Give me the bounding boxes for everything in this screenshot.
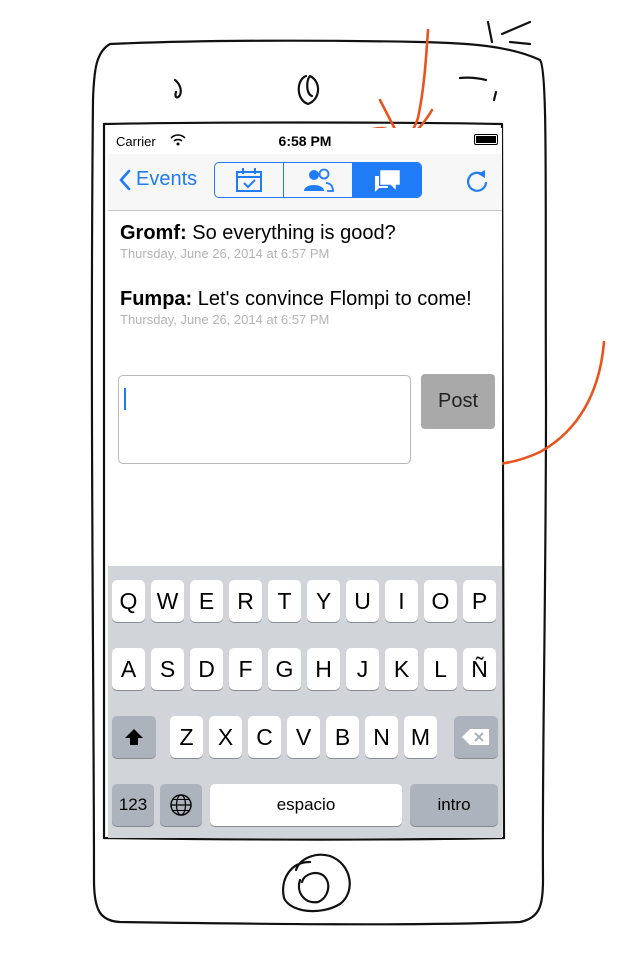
- key-t[interactable]: T: [268, 580, 301, 622]
- keyboard-row-4: 123 espacio intro: [108, 784, 502, 828]
- shift-icon: [125, 729, 143, 745]
- view-segmented-control: [214, 162, 422, 198]
- message-timestamp: Thursday, June 26, 2014 at 6:57 PM: [120, 246, 330, 261]
- keyboard-row-1: Q W E R T Y U I O P: [108, 580, 502, 624]
- key-s[interactable]: S: [151, 648, 184, 690]
- key-q[interactable]: Q: [112, 580, 145, 622]
- back-button[interactable]: Events: [118, 168, 197, 191]
- key-z[interactable]: Z: [170, 716, 203, 758]
- message-text: Gromf: So everything is good?: [120, 220, 490, 246]
- key-a[interactable]: A: [112, 648, 145, 690]
- return-key[interactable]: intro: [410, 784, 498, 826]
- key-g[interactable]: G: [268, 648, 301, 690]
- battery-icon: [474, 134, 498, 145]
- message-item: Fumpa: Let's convince Flompi to come! Th…: [120, 286, 490, 328]
- key-e[interactable]: E: [190, 580, 223, 622]
- key-enye[interactable]: Ñ: [463, 648, 496, 690]
- key-v[interactable]: V: [287, 716, 320, 758]
- message-body: So everything is good?: [192, 222, 396, 244]
- navigation-bar: Events: [108, 154, 502, 211]
- message-text: Fumpa: Let's convince Flompi to come!: [120, 286, 490, 312]
- message-body: Let's convince Flompi to come!: [197, 288, 472, 310]
- key-m[interactable]: M: [404, 716, 437, 758]
- shift-key[interactable]: [112, 716, 156, 758]
- chevron-left-icon: [119, 169, 131, 190]
- status-bar: Carrier 6:58 PM: [108, 128, 502, 154]
- key-b[interactable]: B: [326, 716, 359, 758]
- post-button[interactable]: Post: [421, 374, 495, 429]
- message-author: Fumpa:: [120, 288, 193, 310]
- phone-screen: Carrier 6:58 PM Events Gromf: So everyth…: [108, 128, 502, 838]
- back-button-label: Events: [136, 168, 198, 190]
- backspace-icon: [462, 729, 489, 745]
- segment-calendar[interactable]: [215, 163, 284, 197]
- backspace-key[interactable]: [454, 716, 498, 758]
- key-f[interactable]: F: [229, 648, 262, 690]
- key-j[interactable]: J: [346, 648, 379, 690]
- keyboard-row-3: Z X C V B N M: [108, 716, 502, 760]
- numbers-key[interactable]: 123: [112, 784, 154, 826]
- key-n[interactable]: N: [365, 716, 398, 758]
- space-key[interactable]: espacio: [210, 784, 402, 826]
- key-x[interactable]: X: [209, 716, 242, 758]
- key-u[interactable]: U: [346, 580, 379, 622]
- key-i[interactable]: I: [385, 580, 418, 622]
- key-h[interactable]: H: [307, 648, 340, 690]
- key-p[interactable]: P: [463, 580, 496, 622]
- key-c[interactable]: C: [248, 716, 281, 758]
- key-l[interactable]: L: [424, 648, 457, 690]
- message-compose-input[interactable]: [118, 375, 411, 464]
- key-r[interactable]: R: [229, 580, 262, 622]
- globe-key[interactable]: [160, 784, 202, 826]
- status-time: 6:58 PM: [278, 133, 332, 149]
- people-icon: [304, 168, 334, 192]
- key-k[interactable]: K: [385, 648, 418, 690]
- text-caret: [124, 388, 126, 410]
- message-author: Gromf:: [120, 222, 187, 244]
- onscreen-keyboard: Q W E R T Y U I O P A S D F G H J K L Ñ: [108, 566, 502, 838]
- calendar-icon: [236, 168, 262, 192]
- refresh-icon[interactable]: [464, 168, 490, 194]
- segment-people[interactable]: [284, 163, 353, 197]
- keyboard-row-2: A S D F G H J K L Ñ: [108, 648, 502, 692]
- globe-icon: [170, 794, 192, 816]
- message-timestamp: Thursday, June 26, 2014 at 6:57 PM: [120, 312, 330, 327]
- message-item: Gromf: So everything is good? Thursday, …: [120, 220, 490, 262]
- segment-chat[interactable]: [353, 163, 421, 197]
- key-y[interactable]: Y: [307, 580, 340, 622]
- chat-bubbles-icon: [375, 170, 400, 192]
- key-w[interactable]: W: [151, 580, 184, 622]
- key-o[interactable]: O: [424, 580, 457, 622]
- key-d[interactable]: D: [190, 648, 223, 690]
